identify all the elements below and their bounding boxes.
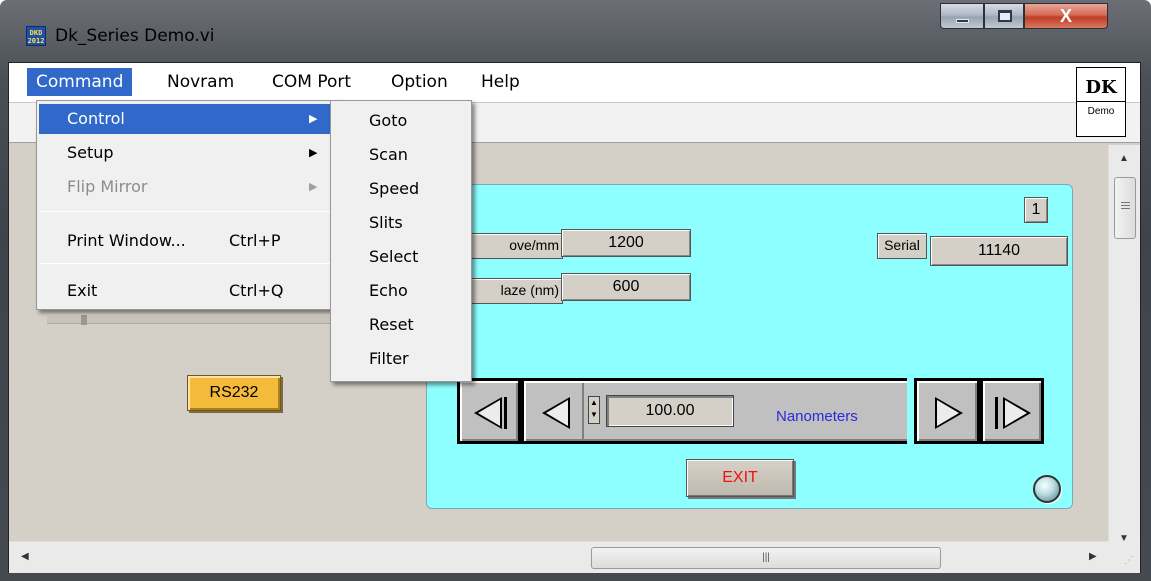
horizontal-scroll-thumb[interactable]: ||| [591,547,941,569]
fast-forward-button[interactable] [980,378,1044,444]
menu-command[interactable]: Command [27,68,133,96]
menu-item-setup[interactable]: Setup ▶ [39,138,333,168]
submenu-arrow-icon: ▶ [309,112,318,125]
maximize-button[interactable] [984,3,1024,29]
logo-demo: Demo [1087,106,1115,117]
serial-value: 11140 [930,236,1068,266]
menu-item-label: Print Window... [67,231,186,250]
control-submenu: Goto Scan Speed Slits Select Echo Reset … [330,100,472,382]
grooves-value: 1200 [561,229,691,257]
submenu-item-slits[interactable]: Slits [333,206,469,240]
grip-icon [1121,202,1130,203]
serial-label: Serial [877,233,927,259]
blaze-value: 600 [561,273,691,301]
status-led [1033,475,1061,503]
menu-item-shortcut: Ctrl+Q [229,281,284,300]
minimize-button[interactable] [940,3,984,29]
slider-tick [81,315,87,325]
vertical-scrollbar[interactable]: ▲ ▼ [1108,145,1140,551]
resize-grip-icon[interactable]: ⋰ [1108,541,1140,573]
logo-dk: DK [1077,77,1125,102]
submenu-item-echo[interactable]: Echo [333,274,469,308]
menu-separator [39,211,333,212]
vertical-scroll-thumb[interactable] [1114,177,1136,239]
submenu-item-reset[interactable]: Reset [333,308,469,342]
menu-novram[interactable]: Novram [158,68,243,96]
bar-icon [504,397,507,429]
units-label: Nanometers [776,408,858,425]
menu-item-flip-mirror: Flip Mirror ▶ [39,172,333,202]
wavelength-control: ▲ ▼ 100.00 Nanometers [584,378,907,444]
menu-item-control[interactable]: Control ▶ [39,104,333,134]
menu-item-label: Setup [67,143,114,162]
submenu-item-filter[interactable]: Filter [333,342,469,376]
step-reverse-button[interactable] [521,378,587,444]
close-button[interactable]: X [1024,3,1108,29]
submenu-arrow-icon: ▶ [309,146,318,159]
title-bar[interactable]: DKD 2012 Dk_Series Demo.vi X [0,0,1151,62]
scroll-up-icon[interactable]: ▲ [1119,153,1129,164]
submenu-item-select[interactable]: Select [333,240,469,274]
app-icon: DKD 2012 [26,26,46,46]
submenu-item-scan[interactable]: Scan [333,138,469,172]
arrow-right-icon [935,397,963,429]
arrow-right-icon [1003,397,1031,429]
caption-buttons: X [940,3,1136,31]
device-index: 1 [1024,197,1048,223]
close-icon: X [1059,6,1072,26]
fast-reverse-button[interactable] [457,378,521,444]
command-menu: Control ▶ Setup ▶ Flip Mirror ▶ Print Wi… [36,100,336,310]
menu-item-exit[interactable]: Exit Ctrl+Q [39,276,333,306]
minimize-icon [956,19,969,23]
menu-option[interactable]: Option [382,68,457,96]
wavelength-input[interactable]: 100.00 [606,395,734,427]
partially-hidden-control [47,316,339,324]
menu-bar: Command Novram COM Port Option Help [9,63,1140,103]
bar-icon [995,397,998,429]
menu-item-shortcut: Ctrl+P [229,231,281,250]
menu-help[interactable]: Help [472,68,529,96]
menu-item-label: Flip Mirror [67,177,148,196]
menu-item-label: Exit [67,281,98,300]
submenu-item-speed[interactable]: Speed [333,172,469,206]
application-window: DKD 2012 Dk_Series Demo.vi X Command Nov… [0,0,1151,581]
arrow-left-icon [542,397,570,429]
maximize-icon [998,10,1012,22]
horizontal-scrollbar[interactable]: ◀ ||| ▶ [9,541,1108,573]
wavelength-spinner[interactable]: ▲ ▼ [588,396,600,424]
submenu-item-goto[interactable]: Goto [333,104,469,138]
scroll-left-icon[interactable]: ◀ [21,551,29,562]
exit-button[interactable]: EXIT [686,459,794,497]
menu-separator [39,263,333,264]
arrow-left-icon [474,397,502,429]
submenu-arrow-icon: ▶ [309,180,318,193]
step-forward-button[interactable] [914,378,980,444]
monochromator-panel: 1 ove/mm 1200 laze (nm) 600 Serial 11140… [426,184,1073,509]
scroll-right-icon[interactable]: ▶ [1089,551,1097,562]
menu-item-label: Control [67,109,125,128]
menu-com-port[interactable]: COM Port [263,68,360,96]
dk-demo-logo: DK Demo [1076,67,1126,137]
menu-item-print-window[interactable]: Print Window... Ctrl+P [39,226,333,256]
window-title: Dk_Series Demo.vi [55,26,215,46]
rs232-button[interactable]: RS232 [187,375,281,411]
